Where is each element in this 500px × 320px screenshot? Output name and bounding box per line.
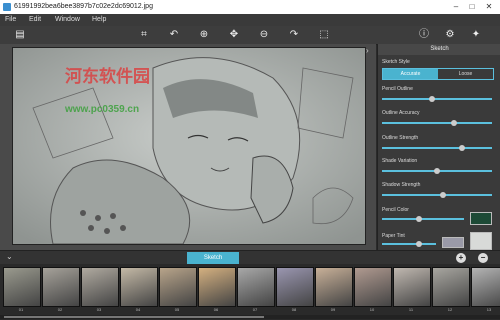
settings-icon[interactable]: ⚙ [444,29,456,41]
preset-thumbnail-label: 13 [486,307,492,312]
style-loose-option[interactable]: Loose [438,69,493,79]
preset-thumbnail-label: 10 [369,307,375,312]
shadow-strength-thumb[interactable] [439,192,446,198]
preset-thumbnail-label: 12 [447,307,453,312]
preset-thumbnail-label: 09 [330,307,336,312]
paper-tint-thumb[interactable] [416,241,422,247]
panel-header: Sketch [378,44,500,55]
undo-icon[interactable]: ↶ [168,29,180,41]
menu-edit[interactable]: Edit [29,16,41,23]
menu-file[interactable]: File [5,16,16,23]
collapse-strip-icon[interactable]: ⌄ [6,252,13,261]
preset-thumbnail-label: 01 [18,307,24,312]
paper-tint-label: Paper Tint [382,233,405,239]
menu-help[interactable]: Help [92,16,106,23]
paper-tint-slider[interactable] [382,243,436,245]
pencil-color-slider[interactable] [382,218,464,220]
preset-thumbnail[interactable] [81,267,119,307]
collapse-panel-icon[interactable]: › [366,46,369,55]
crop-icon[interactable]: ⌗ [138,29,150,41]
preset-strip-bar: ⌄ Sketch + − [0,250,500,265]
shadow-strength-slider[interactable] [382,194,492,196]
pencil-color-label: Pencil Color [382,207,409,213]
shade-variation-label: Shade Variation [382,158,418,164]
sketch-settings-panel: Sketch Sketch Style Accurate Loose Penci… [377,44,500,250]
menu-window[interactable]: Window [55,16,80,23]
preset-thumbnail-label: 02 [57,307,63,312]
minimize-button[interactable]: – [450,1,462,13]
outline-accuracy-slider[interactable] [382,122,492,124]
preset-thumbnail[interactable] [315,267,353,307]
open-icon[interactable]: ▤ [14,29,26,41]
preset-thumbnail-label: 03 [96,307,102,312]
info-icon[interactable]: ⓘ [418,29,430,41]
outline-accuracy-label: Outline Accuracy [382,110,420,116]
fit-icon[interactable]: ⬚ [318,29,330,41]
watermark-text: 河东软件园 [65,67,150,87]
preset-thumbnail[interactable] [120,267,158,307]
preset-thumbnail[interactable] [159,267,197,307]
pencil-color-thumb[interactable] [416,216,422,222]
preset-thumbnail[interactable] [432,267,470,307]
shadow-strength-label: Shadow Strength [382,182,421,188]
zoom-out-icon[interactable]: ⊖ [258,29,270,41]
move-icon[interactable]: ✥ [228,29,240,41]
redo-icon[interactable]: ↷ [288,29,300,41]
outline-strength-thumb[interactable] [459,145,466,151]
canvas-area: 河东软件园 www.pc0359.cn › [0,44,376,250]
app-icon [3,3,11,11]
preset-thumbnail[interactable] [3,267,41,307]
style-accurate-option[interactable]: Accurate [383,69,438,79]
tab-sketch[interactable]: Sketch [187,252,239,264]
preset-thumbnail[interactable] [198,267,236,307]
pencil-color-swatch[interactable] [470,212,492,225]
preset-thumbnail-label: 08 [291,307,297,312]
pencil-outline-label: Pencil Outline [382,86,413,92]
zoom-in-icon[interactable]: ⊕ [198,29,210,41]
close-button[interactable]: ✕ [483,1,495,13]
preset-thumbnail[interactable] [354,267,392,307]
preset-thumbnails: 01 02 03 04 05 06 07 08 09 10 11 12 13 [0,264,500,320]
scrollbar-thumb[interactable] [4,316,264,318]
maximize-button[interactable]: □ [466,1,478,13]
sketch-style-label: Sketch Style [382,59,410,65]
add-preset-button[interactable]: + [456,253,466,263]
outline-accuracy-thumb[interactable] [450,120,457,126]
preset-thumbnail[interactable] [237,267,275,307]
pencil-outline-slider[interactable] [382,98,492,100]
sketch-style-toggle: Accurate Loose [382,68,494,80]
pencil-outline-thumb[interactable] [428,96,435,102]
thumbnail-scrollbar[interactable] [0,315,500,319]
preset-thumbnail[interactable] [276,267,314,307]
outline-strength-label: Outline Strength [382,135,419,141]
preset-thumbnail[interactable] [42,267,80,307]
preset-thumbnail[interactable] [393,267,431,307]
preset-thumbnail-label: 07 [252,307,258,312]
paper-tint-swatch[interactable] [442,237,464,248]
preset-thumbnail[interactable] [471,267,500,307]
menu-bar: File Edit Window Help [0,14,500,26]
window-title: 61991992bea6bee3897b7c02e2dc69012.jpg [14,3,153,10]
preset-thumbnail-label: 04 [135,307,141,312]
title-bar: 61991992bea6bee3897b7c02e2dc69012.jpg – … [0,0,500,14]
toolbar: ▤ ⌗ ↶ ⊕ ✥ ⊖ ↷ ⬚ ⓘ ⚙ ✦ [0,26,500,45]
watermark-url: www.pc0359.cn [65,104,140,115]
sketch-image[interactable]: 河东软件园 www.pc0359.cn [12,47,366,245]
shade-variation-thumb[interactable] [434,168,440,174]
paper-texture-swatch[interactable] [470,232,492,250]
outline-strength-slider[interactable] [382,147,492,149]
remove-preset-button[interactable]: − [478,253,488,263]
preset-thumbnail-label: 05 [174,307,180,312]
preset-thumbnail-label: 11 [408,307,414,312]
preset-thumbnail-label: 06 [213,307,219,312]
effects-icon[interactable]: ✦ [470,29,482,41]
